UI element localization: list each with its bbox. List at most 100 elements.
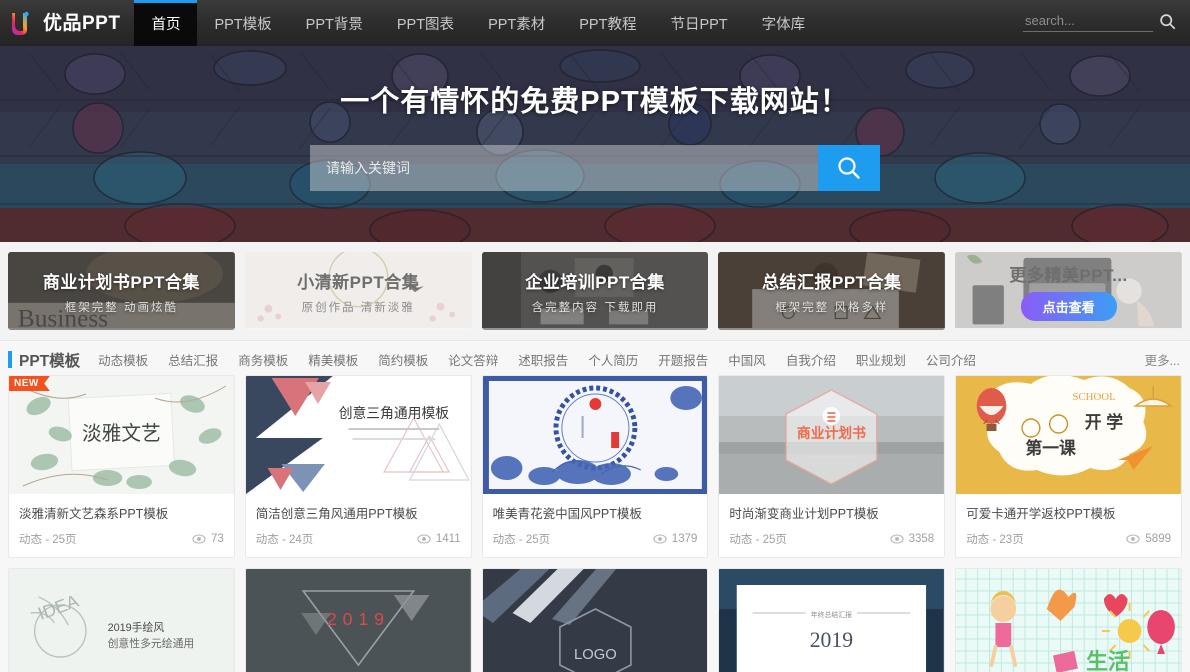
template-thumbnail: LOGO [482,569,708,672]
site-header: 优品PPT 首页 PPT模板 PPT背景 PPT图表 PPT素材 PPT教程 节… [0,0,1190,46]
template-thumbnail: 生活 [956,569,1181,672]
eye-icon [889,534,904,544]
hero-search-input[interactable] [310,145,818,191]
section-tag-self-intro[interactable]: 自我介绍 [786,350,836,369]
template-thumbnail: IDEA 2019手绘风 创意性多元绘通用 [9,569,234,672]
svg-text:开 学: 开 学 [1085,412,1123,432]
collection-title: 更多精美PPT... [1009,266,1128,285]
nav-item-ppt-background[interactable]: PPT背景 [289,0,380,46]
template-thumbnail: 创意三角通用模板 [245,376,471,494]
section-tag-resume[interactable]: 个人简历 [588,350,638,369]
svg-text:2019: 2019 [810,628,853,652]
main-nav: 首页 PPT模板 PPT背景 PPT图表 PPT素材 PPT教程 节日PPT 字… [134,0,822,46]
view-more-button[interactable]: 点击查看 [1020,292,1117,321]
template-card[interactable]: LOGO [481,568,709,672]
svg-text:年终总结汇报: 年终总结汇报 [811,610,852,619]
section-tag-job-report[interactable]: 述职报告 [518,350,568,369]
template-meta: 动态 - 25页 [729,534,787,546]
nav-item-holiday-ppt[interactable]: 节日PPT [653,0,744,46]
svg-text:创意性多元绘通用: 创意性多元绘通用 [108,636,195,650]
view-count: 73 [192,533,224,545]
collection-title: 商业计划书PPT合集 [42,272,200,292]
template-grid-row-1: NEW 淡雅文艺 淡雅清新文艺森系PPT模板 动态 - 25页 73 创意三角通… [8,375,1182,558]
search-icon[interactable] [1159,13,1176,30]
eye-icon [192,534,206,544]
search-icon [838,157,860,179]
template-card[interactable]: NEW 淡雅文艺 淡雅清新文艺森系PPT模板 动态 - 25页 73 [8,375,235,558]
header-search-input[interactable] [1023,11,1153,32]
hero-search [310,145,880,191]
section-more-link[interactable]: 更多... [1145,350,1180,369]
new-badge: NEW [9,376,50,391]
collection-subtitle: 框架完整 动画炫酷 [64,301,178,314]
collection-card-more[interactable]: 更多精美PPT... 点击查看 [955,252,1182,330]
template-thumbnail: 商业计划书 [719,376,945,494]
view-count-value: 3358 [908,533,935,545]
template-thumbnail: 年终总结汇报 2019 [719,569,945,672]
section-tag-company[interactable]: 公司介绍 [926,350,976,369]
brand-logo-icon [12,11,29,35]
nav-item-ppt-charts[interactable]: PPT图表 [380,0,471,46]
svg-text:SCHOOL: SCHOOL [1073,391,1116,403]
section-tag-simple[interactable]: 简约模板 [378,350,428,369]
template-thumbnail: 开 学 第一课 SCHOOL [956,376,1181,494]
section-tag-summary[interactable]: 总结汇报 [168,350,218,369]
collection-subtitle: 原创作品 清新淡雅 [301,301,415,314]
view-count: 1379 [653,533,697,545]
template-meta: 动态 - 25页 [19,534,77,546]
template-card[interactable]: 开 学 第一课 SCHOOL 可爱卡通开学返校PPT模板 动态 - 23页 58… [955,375,1182,558]
template-thumbnail: 2019 [245,569,471,672]
section-tag-proposal[interactable]: 开题报告 [658,350,708,369]
nav-item-font-library[interactable]: 字体库 [745,0,823,46]
section-tag-career[interactable]: 职业规划 [856,350,906,369]
collection-card-corporate-training[interactable]: 企业培训PPT合集 含完整内容 下载即用 [481,252,709,330]
ppt-template-section: PPT模板 动态模板 总结汇报 商务模板 精美模板 简约模板 论文答辩 述职报告… [0,340,1190,672]
collection-subtitle: 框架完整 风格多样 [775,301,889,314]
section-header: PPT模板 动态模板 总结汇报 商务模板 精美模板 简约模板 论文答辩 述职报告… [8,341,1182,375]
collection-card-business-plan[interactable]: Business 商业计划书PPT合集 框架完整 动画炫酷 [8,252,235,330]
template-title: 淡雅清新文艺森系PPT模板 [19,507,169,521]
template-card[interactable]: IDEA 2019手绘风 创意性多元绘通用 [8,568,235,672]
collection-card-fresh-style[interactable]: 小清新PPT合集 原创作品 清新淡雅 [244,252,472,330]
template-card[interactable]: 年终总结汇报 2019 [718,568,946,672]
svg-text:生活: 生活 [1086,649,1130,672]
hero-banner: 一个有情怀的免费PPT模板下载网站！ [0,46,1190,242]
section-tag-dynamic[interactable]: 动态模板 [98,350,148,369]
collection-card-summary-report[interactable]: 总结汇报PPT合集 框架完整 风格多样 [718,252,946,330]
section-tag-thesis[interactable]: 论文答辩 [448,350,498,369]
collection-title: 总结汇报PPT合集 [762,272,902,292]
nav-item-ppt-tutorials[interactable]: PPT教程 [562,0,653,46]
template-grid-row-2: IDEA 2019手绘风 创意性多元绘通用 2019 LOGO 年终总结汇报 2… [8,568,1182,672]
template-thumbnail: NEW 淡雅文艺 [9,376,234,494]
template-card[interactable]: 2019 [244,568,472,672]
nav-item-ppt-templates[interactable]: PPT模板 [197,0,288,46]
template-card[interactable]: 唯美青花瓷中国风PPT模板 动态 - 25页 1379 [481,375,709,558]
collection-cards: Business 商业计划书PPT合集 框架完整 动画炫酷 小清新PPT合集 原… [0,242,1190,340]
svg-text:2019手绘风: 2019手绘风 [108,620,165,634]
section-tag-business[interactable]: 商务模板 [238,350,288,369]
template-title: 时尚渐变商业计划PPT模板 [729,507,879,521]
view-count: 3358 [889,533,935,545]
template-meta: 动态 - 24页 [255,534,314,546]
template-meta: 动态 - 25页 [492,534,551,546]
logo[interactable]: 优品PPT [0,0,134,46]
template-card[interactable]: 生活 [955,568,1182,672]
view-count: 1411 [417,533,461,545]
nav-item-home[interactable]: 首页 [134,0,198,46]
eye-icon [417,534,431,544]
svg-text:LOGO: LOGO [574,647,617,663]
template-card[interactable]: 创意三角通用模板 简洁创意三角风通用PPT模板 动态 - 24页 1411 [244,375,472,558]
template-title: 简洁创意三角风通用PPT模板 [255,507,418,521]
eye-icon [1126,534,1141,544]
eye-icon [653,534,667,544]
view-count-value: 1411 [435,533,461,545]
nav-item-ppt-materials[interactable]: PPT素材 [471,0,562,46]
view-count-value: 5899 [1145,533,1171,545]
view-count-value: 73 [211,533,224,545]
template-card[interactable]: 商业计划书 时尚渐变商业计划PPT模板 动态 - 25页 3358 [718,375,946,558]
logo-text: 优品PPT [43,12,121,34]
section-tag-exquisite[interactable]: 精美模板 [308,350,358,369]
hero-search-button[interactable] [818,145,880,191]
section-tag-chinese[interactable]: 中国风 [728,350,766,369]
svg-text:第一课: 第一课 [1026,438,1076,458]
